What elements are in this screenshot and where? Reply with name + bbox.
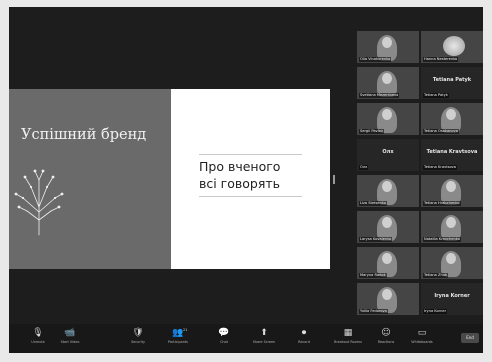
chat-icon: 💬 xyxy=(218,328,230,338)
whiteboard-icon: ▭ xyxy=(417,328,427,338)
participant-tile[interactable]: Larysa Kovalenko xyxy=(357,211,419,243)
toolbar-button-participants[interactable]: 👥 21 Participants xyxy=(161,324,195,353)
toolbar-button-security[interactable]: 🛡 Security xyxy=(121,324,155,353)
toolbar-button-reactions[interactable]: ☺ Reactions xyxy=(369,324,403,353)
participant-name-label: Yuliia Fedorova xyxy=(359,309,388,314)
slide-title: Успішний бренд xyxy=(21,127,147,143)
participant-display-name: Олх xyxy=(382,149,394,155)
participant-tile[interactable]: Svetlana Mezentseva xyxy=(357,67,419,99)
participant-tile[interactable]: Hanna Nesterenko xyxy=(421,31,483,63)
participant-tile[interactable]: Liza Stetsenko xyxy=(357,175,419,207)
toolbar-button-breakout-rooms[interactable]: ▦ Breakout Rooms xyxy=(331,324,365,353)
participant-tile[interactable]: Maryna Radok xyxy=(357,247,419,279)
toolbar-button-label: Breakout Rooms xyxy=(334,340,362,344)
participant-display-name: Tetiana Kravtsova xyxy=(426,149,478,155)
participant-name-label: Maryna Radok xyxy=(359,273,387,278)
participant-tile[interactable]: Tetiana Zhuk xyxy=(421,247,483,279)
toolbar-button-chat[interactable]: 💬 Chat xyxy=(207,324,241,353)
view-splitter-handle[interactable] xyxy=(333,175,335,184)
toolbar-button-start-video[interactable]: 📹 Start Video xyxy=(53,324,87,353)
toolbar-button-label: Reactions xyxy=(377,340,395,344)
toolbar-button-label: Start Video xyxy=(60,340,80,344)
shared-slide: Успішний бренд Про вченого всі говорять xyxy=(9,89,330,269)
participant-tile[interactable]: Yuliia Fedorova xyxy=(357,283,419,315)
participant-name-label: Tetiana Hrabchenko xyxy=(423,201,461,206)
toolbar-button-record[interactable]: ⏺ Record xyxy=(287,324,321,353)
participants-icon: 👥 xyxy=(172,328,184,338)
shield-icon: 🛡 xyxy=(132,328,144,338)
slide-body-line: Про вченого xyxy=(199,159,281,174)
participant-name-label: Olia Vinokurenko xyxy=(359,57,392,62)
toolbar-button-label: Share Screen xyxy=(252,340,276,344)
toolbar-button-label: Security xyxy=(131,340,145,344)
participant-name-label: Олх xyxy=(359,165,369,170)
slide-rule-top xyxy=(199,154,302,155)
share-screen-icon: ⬆ xyxy=(260,328,268,338)
toolbar-button-label: Chat xyxy=(220,340,228,344)
end-meeting-button[interactable]: End xyxy=(461,333,479,343)
participant-tile[interactable]: Tetiana Hrabchenko xyxy=(421,175,483,207)
participant-name-label: Svetlana Mezentseva xyxy=(359,93,400,98)
slide-rule-bottom xyxy=(199,196,302,197)
microphone-icon: 🎙 xyxy=(32,328,44,338)
participant-count-badge: 21 xyxy=(183,328,188,332)
participant-avatar-image xyxy=(443,36,465,56)
participant-tile[interactable]: Sergii Pavlov xyxy=(357,103,419,135)
participant-name-label: Iryna Korner xyxy=(423,309,448,314)
slide-right-panel: Про вченого всі говорять xyxy=(171,89,330,269)
breakout-rooms-icon: ▦ xyxy=(343,328,353,338)
participant-tile[interactable]: Olia Vinokurenko xyxy=(357,31,419,63)
slide-left-panel: Успішний бренд xyxy=(9,89,171,269)
toolbar-button-label: Participants xyxy=(168,340,188,344)
video-camera-icon: 📹 xyxy=(64,328,76,338)
slide-body-line: всі говорять xyxy=(199,176,281,191)
participant-name-label: Nataliia Kravchenko xyxy=(423,237,461,242)
participant-tile[interactable]: Iryna Korner Iryna Korner xyxy=(421,283,483,315)
toolbar-button-label: Whiteboards xyxy=(411,340,433,344)
participant-name-label: Liza Stetsenko xyxy=(359,201,388,206)
participant-display-name: Tetiana Patyk xyxy=(432,77,472,83)
participant-tile[interactable]: Tetiana Kravtsova Tetiana Kravtsova xyxy=(421,139,483,171)
toolbar-button-label: Unmute xyxy=(31,340,45,344)
participant-name-label: Hanna Nesterenko xyxy=(423,57,459,62)
toolbar-button-whiteboards[interactable]: ▭ Whiteboards xyxy=(405,324,439,353)
record-icon: ⏺ xyxy=(301,328,307,338)
participant-name-label: Tetiana Zhuk xyxy=(423,273,449,278)
meeting-toolbar: 🎙 Unmute 📹 Start Video 🛡 Security 👥 21 Participa… xyxy=(9,324,483,353)
toolbar-button-label: Record xyxy=(298,340,310,344)
participant-tile[interactable]: Tetiana Osakanova xyxy=(421,103,483,135)
participant-tile[interactable]: Nataliia Kravchenko xyxy=(421,211,483,243)
participant-name-label: Sergii Pavlov xyxy=(359,129,384,134)
participant-display-name: Iryna Korner xyxy=(434,293,470,299)
participant-name-label: Tetiana Osakanova xyxy=(423,129,459,134)
participant-tile[interactable]: Олх Олх xyxy=(357,139,419,171)
toolbar-button-unmute[interactable]: 🎙 Unmute xyxy=(21,324,55,353)
toolbar-button-share-screen[interactable]: ⬆ Share Screen xyxy=(247,324,281,353)
tree-illustration xyxy=(14,169,64,236)
participant-tile[interactable]: Tetiana Patyk Tetiana Patyk xyxy=(421,67,483,99)
participant-name-label: Tetiana Patyk xyxy=(423,93,449,98)
participant-name-label: Larysa Kovalenko xyxy=(359,237,393,242)
participant-name-label: Tetiana Kravtsova xyxy=(423,165,457,170)
reactions-icon: ☺ xyxy=(381,328,391,338)
zoom-meeting-window: Успішний бренд Про вченого всі говорять … xyxy=(9,7,483,353)
slide-body-text: Про вченого всі говорять xyxy=(199,158,309,192)
